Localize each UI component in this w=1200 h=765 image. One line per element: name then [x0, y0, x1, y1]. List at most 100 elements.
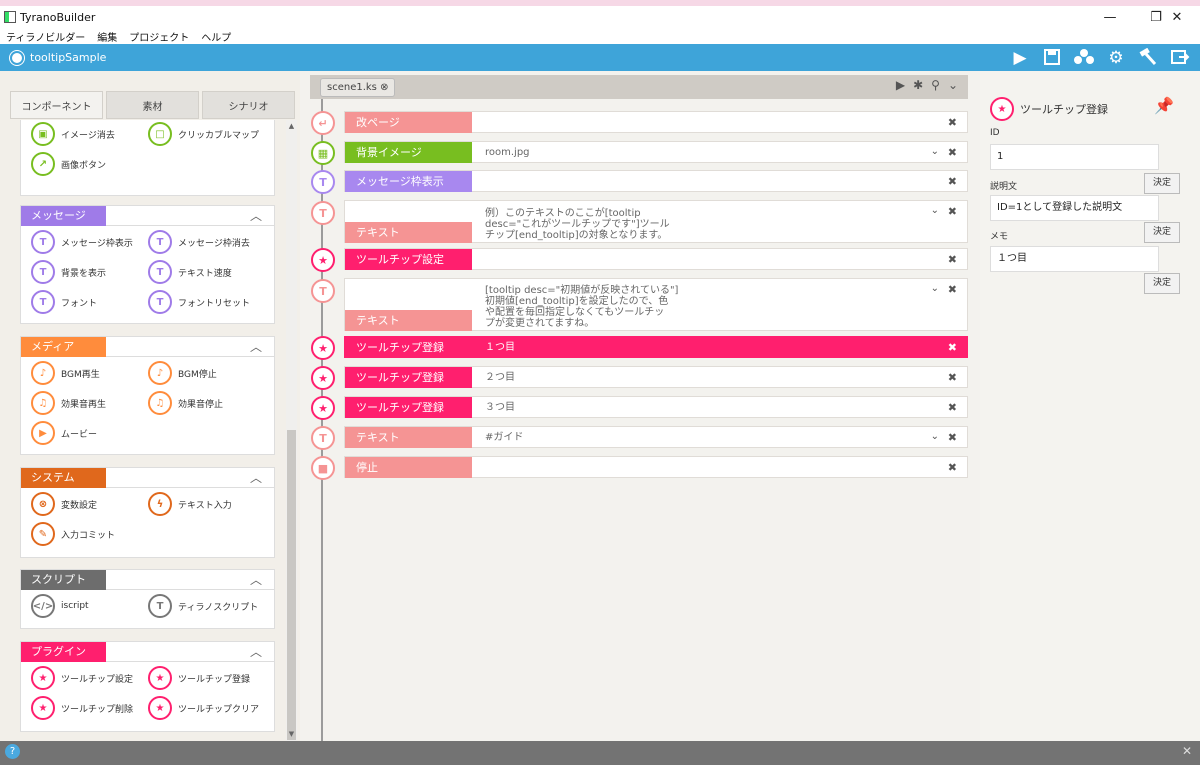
bug-icon[interactable]: ✱ — [913, 78, 923, 92]
component-movie[interactable]: ▶ ムービー — [31, 421, 97, 445]
confirm-id-button[interactable]: 決定 — [1144, 173, 1180, 194]
component-tooltip-register[interactable]: ★ ツールチップ登録 — [148, 666, 250, 690]
menu-tyranobuilder[interactable]: ティラノビルダー — [6, 29, 85, 44]
scenario-row[interactable]: テキスト #ガイド ⌄ ✖ — [344, 426, 968, 448]
component-se-play[interactable]: ♫ 効果音再生 — [31, 391, 106, 415]
delete-row-icon[interactable]: ✖ — [948, 341, 957, 354]
plug-icon: ✎ — [31, 522, 55, 546]
component-variable-setting[interactable]: ⊗ 変数設定 — [31, 492, 97, 516]
collapse-chevron-icon[interactable]: ︿ — [250, 571, 262, 588]
component-show-background[interactable]: T 背景を表示 — [31, 260, 106, 284]
scenario-row[interactable]: メッセージ枠表示 ✖ — [344, 170, 968, 192]
component-tooltip-delete[interactable]: ★ ツールチップ削除 — [31, 696, 133, 720]
group-header-system[interactable]: システム ︿ — [21, 468, 274, 488]
component-bgm-play[interactable]: ♪ BGM再生 — [31, 361, 100, 385]
scroll-down-icon[interactable]: ▼ — [287, 730, 296, 738]
scenario-row-selected[interactable]: ツールチップ登録 １つ目 ✖ — [344, 336, 968, 358]
scroll-up-icon[interactable]: ▲ — [287, 122, 296, 130]
play-icon[interactable]: ▶ — [1010, 48, 1030, 68]
delete-row-icon[interactable]: ✖ — [948, 175, 957, 188]
component-message-show[interactable]: T メッセージ枠表示 — [31, 230, 133, 254]
minimize-button[interactable]: — — [1087, 6, 1133, 28]
tab-scenario[interactable]: シナリオ — [202, 91, 295, 119]
expand-chevron-icon[interactable]: ⌄ — [931, 283, 939, 294]
component-panel: コンポーネント 素材 シナリオ ▣ イメージ消去 □ クリッカブルマップ ↗ 画… — [0, 71, 300, 741]
delete-row-icon[interactable]: ✖ — [948, 461, 957, 474]
delete-row-icon[interactable]: ✖ — [948, 371, 957, 384]
close-tab-icon[interactable]: ⊗ — [380, 82, 388, 93]
search-icon[interactable]: ⚲ — [931, 78, 940, 92]
scenario-editor: scene1.ks ⊗ ▶ ✱ ⚲ ⌄ ↵ 改ページ ✖ ▦ 背景イメージ ro… — [300, 71, 980, 741]
scenario-row[interactable]: 改ページ ✖ — [344, 111, 968, 133]
export-icon[interactable] — [1170, 48, 1190, 68]
menu-project[interactable]: プロジェクト — [129, 29, 189, 44]
tab-materials[interactable]: 素材 — [106, 91, 199, 119]
tab-components[interactable]: コンポーネント — [10, 91, 103, 119]
component-clickable-map[interactable]: □ クリッカブルマップ — [148, 122, 259, 146]
component-message-hide[interactable]: T メッセージ枠消去 — [148, 230, 250, 254]
menu-edit[interactable]: 編集 — [97, 29, 117, 44]
scrollbar-thumb[interactable] — [287, 430, 296, 740]
expand-chevron-icon[interactable]: ⌄ — [931, 146, 939, 157]
component-iscript[interactable]: </> iscript — [31, 594, 89, 618]
collapse-chevron-icon[interactable]: ︿ — [250, 207, 262, 224]
component-input-commit[interactable]: ✎ 入力コミット — [31, 522, 115, 546]
delete-row-icon[interactable]: ✖ — [948, 253, 957, 266]
component-tyranoscript[interactable]: T ティラノスクリプト — [148, 594, 258, 618]
confirm-memo-button[interactable]: 決定 — [1144, 273, 1180, 294]
description-field[interactable]: ID=1として登録した説明文 — [990, 195, 1159, 221]
scenario-row[interactable]: 背景イメージ room.jpg ⌄ ✖ — [344, 141, 968, 163]
group-header-plugin[interactable]: プラグイン ︿ — [21, 642, 274, 662]
image-button-icon: ↗ — [31, 152, 55, 176]
close-icon[interactable]: ✕ — [1182, 744, 1192, 758]
group-header-media[interactable]: メディア ︿ — [21, 337, 274, 357]
delete-row-icon[interactable]: ✖ — [948, 116, 957, 129]
component-image-button[interactable]: ↗ 画像ボタン — [31, 152, 106, 176]
component-font[interactable]: T フォント — [31, 290, 97, 314]
component-text-speed[interactable]: T テキスト速度 — [148, 260, 232, 284]
chevron-down-icon[interactable]: ⌄ — [948, 78, 958, 92]
confirm-description-button[interactable]: 決定 — [1144, 222, 1180, 243]
file-tab-scene1[interactable]: scene1.ks ⊗ — [320, 78, 396, 97]
scenario-row[interactable]: ツールチップ設定 ✖ — [344, 248, 968, 270]
expand-chevron-icon[interactable]: ⌄ — [931, 205, 939, 216]
scenario-row[interactable]: 停止 ✖ — [344, 456, 968, 478]
component-text-input[interactable]: ϟ テキスト入力 — [148, 492, 232, 516]
component-image-erase[interactable]: ▣ イメージ消去 — [31, 122, 115, 146]
delete-row-icon[interactable]: ✖ — [948, 401, 957, 414]
scenario-row[interactable]: テキスト 例）このテキストのここが[tooltip desc="これがツールチッ… — [344, 200, 968, 243]
component-scrollbar[interactable]: ▲ ▼ — [286, 120, 297, 741]
expand-chevron-icon[interactable]: ⌄ — [931, 431, 939, 442]
component-font-reset[interactable]: T フォントリセット — [148, 290, 250, 314]
delete-row-icon[interactable]: ✖ — [948, 283, 957, 296]
preview-play-icon[interactable]: ▶ — [896, 78, 905, 92]
gear-icon[interactable]: ⚙ — [1106, 48, 1126, 68]
menu-help[interactable]: ヘルプ — [201, 29, 231, 44]
close-window-button[interactable]: ✕ — [1154, 6, 1200, 28]
delete-row-icon[interactable]: ✖ — [948, 431, 957, 444]
group-image: ▣ イメージ消去 □ クリッカブルマップ ↗ 画像ボタン — [20, 120, 275, 196]
component-se-stop[interactable]: ♫ 効果音停止 — [148, 391, 223, 415]
bottom-bar: ? ✕ — [0, 741, 1200, 765]
memo-field[interactable]: １つ目 — [990, 246, 1159, 272]
help-icon[interactable]: ? — [5, 744, 20, 759]
delete-row-icon[interactable]: ✖ — [948, 146, 957, 159]
scenario-row[interactable]: ツールチップ登録 ２つ目 ✖ — [344, 366, 968, 388]
star-icon: ★ — [311, 248, 335, 272]
collapse-chevron-icon[interactable]: ︿ — [250, 643, 262, 660]
hammer-icon[interactable] — [1138, 47, 1158, 68]
component-bgm-stop[interactable]: ♪ BGM停止 — [148, 361, 217, 385]
collapse-chevron-icon[interactable]: ︿ — [250, 338, 262, 355]
group-header-script[interactable]: スクリプト ︿ — [21, 570, 274, 590]
component-tooltip-clear[interactable]: ★ ツールチップクリア — [148, 696, 259, 720]
pin-icon[interactable]: 📌 — [1154, 96, 1174, 115]
users-icon[interactable] — [1074, 48, 1094, 68]
collapse-chevron-icon[interactable]: ︿ — [250, 469, 262, 486]
scenario-row[interactable]: テキスト [tooltip desc="初期値が反映されている"] 初期値[en… — [344, 278, 968, 331]
save-icon[interactable] — [1042, 48, 1062, 68]
scenario-row[interactable]: ツールチップ登録 ３つ目 ✖ — [344, 396, 968, 418]
delete-row-icon[interactable]: ✖ — [948, 205, 957, 218]
id-field[interactable]: 1 — [990, 144, 1159, 170]
component-tooltip-setting[interactable]: ★ ツールチップ設定 — [31, 666, 133, 690]
group-header-message[interactable]: メッセージ ︿ — [21, 206, 274, 226]
